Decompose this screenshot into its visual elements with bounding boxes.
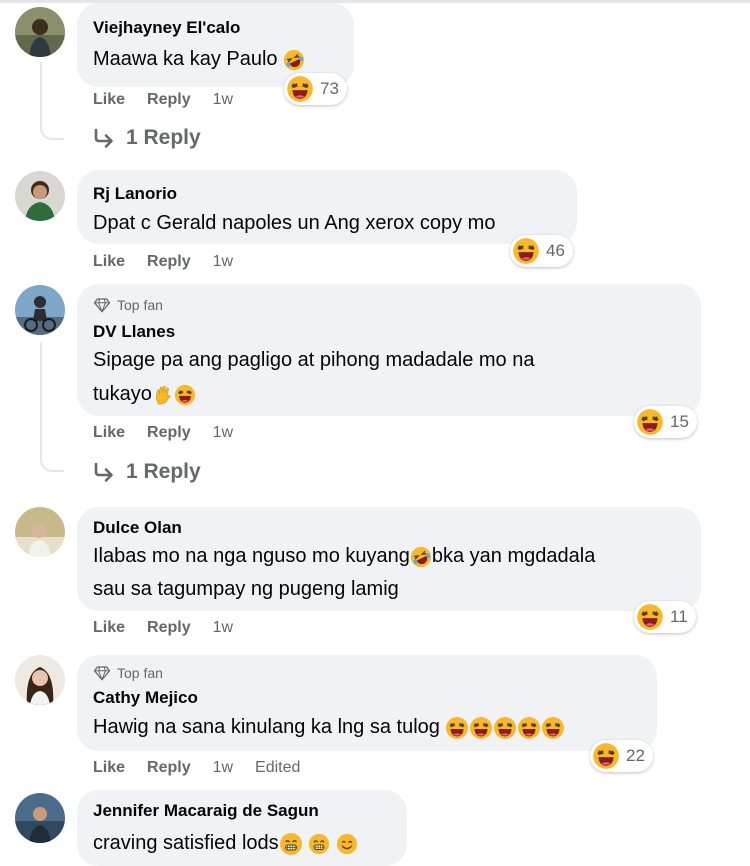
comment-text: Hawig na sana kinulang ka lng sa tulog	[93, 711, 565, 743]
rofl-emoji-icon	[283, 49, 305, 71]
reply-arrow-icon	[92, 460, 116, 484]
comment-text-line: Sipage pa ang pagligo at pihong madadale…	[93, 349, 535, 371]
comment-author[interactable]: Cathy Mejico	[93, 688, 198, 708]
comment-author[interactable]: Jennifer Macaraig de Sagun	[93, 801, 319, 821]
laughing-emoji-icon	[493, 716, 517, 740]
reply-button[interactable]: Reply	[147, 424, 191, 442]
view-replies-button[interactable]: 1 Reply	[92, 460, 201, 484]
comment-text: Dpat c Gerald napoles un Ang xerox copy …	[93, 212, 496, 234]
avatar[interactable]	[15, 507, 65, 557]
replies-count: 1 Reply	[126, 460, 201, 483]
comment-text-content: craving satisfied lods	[93, 832, 279, 854]
reply-button[interactable]: Reply	[147, 759, 191, 777]
reaction-count[interactable]: 46	[510, 235, 573, 267]
comment-author[interactable]: Viejhayney El'calo	[93, 18, 240, 38]
comment-text-content: Hawig na sana kinulang ka lng sa tulog	[93, 716, 440, 738]
comment-actions: Like Reply 1w	[93, 424, 255, 442]
like-button[interactable]: Like	[93, 759, 125, 777]
laughing-emoji-icon	[445, 716, 469, 740]
reaction-number: 22	[626, 746, 645, 765]
reaction-number: 46	[546, 241, 565, 260]
laughing-emoji-icon	[636, 408, 664, 436]
comment-text-content: tukayo	[93, 383, 152, 405]
reaction-number: 73	[320, 79, 339, 98]
thread-line	[40, 62, 42, 122]
laughing-emoji-icon	[592, 742, 620, 770]
laughing-emoji-icon	[541, 716, 565, 740]
like-button[interactable]: Like	[93, 91, 125, 109]
comment-actions: Like Reply 1w Edited	[93, 759, 322, 777]
avatar[interactable]	[15, 171, 65, 221]
comment-text: craving satisfied lods	[93, 827, 358, 859]
reaction-count[interactable]: 15	[634, 406, 697, 438]
reaction-count[interactable]: 11	[634, 601, 696, 633]
like-button[interactable]: Like	[93, 424, 125, 442]
reply-arrow-icon	[92, 126, 116, 150]
reaction-count[interactable]: 73	[284, 73, 347, 105]
avatar[interactable]	[15, 793, 65, 843]
reaction-number: 11	[670, 607, 688, 626]
reply-button[interactable]: Reply	[147, 91, 191, 109]
rofl-emoji-icon	[410, 546, 432, 568]
avatar[interactable]	[15, 655, 65, 705]
comment-author[interactable]: Rj Lanorio	[93, 184, 177, 204]
timestamp[interactable]: 1w	[213, 91, 233, 109]
comment-text-content: Maawa ka kay Paulo	[93, 48, 278, 70]
smiling-emoji-icon	[336, 833, 358, 855]
reaction-count[interactable]: 22	[590, 740, 653, 772]
comment-author[interactable]: DV Llanes	[93, 322, 175, 342]
like-button[interactable]: Like	[93, 253, 125, 271]
comment-text-content: Ilabas mo na nga nguso mo kuyang	[93, 545, 410, 567]
top-fan-label: Top fan	[117, 297, 163, 313]
avatar[interactable]	[15, 7, 65, 57]
laughing-emoji-icon	[174, 384, 196, 406]
replies-count: 1 Reply	[126, 126, 201, 149]
diamond-icon	[93, 664, 111, 682]
comment-actions: Like Reply 1w	[93, 253, 255, 271]
laughing-emoji-icon	[636, 603, 664, 631]
like-button[interactable]: Like	[93, 619, 125, 637]
hand-emoji-icon	[152, 384, 174, 406]
thread-curve	[40, 452, 64, 472]
edited-label[interactable]: Edited	[255, 759, 300, 777]
diamond-icon	[93, 296, 111, 314]
reaction-number: 15	[670, 412, 689, 431]
timestamp[interactable]: 1w	[213, 759, 233, 777]
reply-button[interactable]: Reply	[147, 253, 191, 271]
timestamp[interactable]: 1w	[213, 619, 233, 637]
top-fan-label: Top fan	[117, 665, 163, 681]
view-replies-button[interactable]: 1 Reply	[92, 126, 201, 150]
comment-actions: Like Reply 1w	[93, 91, 255, 109]
laughing-emoji-icon	[517, 716, 541, 740]
avatar[interactable]	[15, 285, 65, 335]
laughing-emoji-icon	[469, 716, 493, 740]
top-fan-badge: Top fan	[93, 296, 163, 314]
comment-text-line: Ilabas mo na nga nguso mo kuyang bka yan …	[93, 540, 595, 572]
thread-curve	[40, 120, 64, 140]
reply-button[interactable]: Reply	[147, 619, 191, 637]
thread-line	[40, 342, 42, 454]
grimace-emoji-icon	[308, 833, 330, 855]
timestamp[interactable]: 1w	[213, 424, 233, 442]
grimace-emoji-icon	[279, 832, 303, 856]
comment-author[interactable]: Dulce Olan	[93, 518, 182, 538]
timestamp[interactable]: 1w	[213, 253, 233, 271]
comment-text-line: sau sa tagumpay ng pugeng lamig	[93, 578, 399, 600]
comment-actions: Like Reply 1w	[93, 619, 255, 637]
comment-text-line: tukayo	[93, 378, 196, 410]
top-fan-badge: Top fan	[93, 664, 163, 682]
comment-text-content: bka yan mgdadala	[431, 545, 596, 567]
laughing-emoji-icon	[286, 75, 314, 103]
comment-text: Maawa ka kay Paulo	[93, 43, 305, 75]
laughing-emoji-icon	[512, 237, 540, 265]
